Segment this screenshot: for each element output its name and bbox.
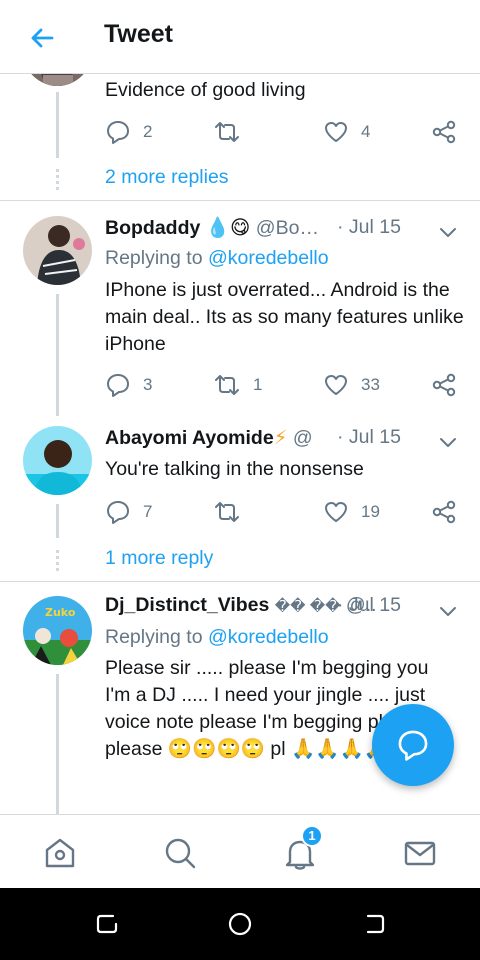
tab-search[interactable] bbox=[162, 835, 198, 871]
share-button[interactable] bbox=[431, 117, 457, 147]
handle: @Bo… bbox=[255, 217, 319, 239]
name-emoji: ⚡ bbox=[273, 427, 288, 449]
name-emoji: 💧😋 bbox=[205, 217, 251, 239]
tweet-header: Abayomi Ayomide⚡ @ · Jul 15 bbox=[105, 426, 450, 454]
display-name[interactable]: Abayomi Ayomide bbox=[105, 427, 274, 449]
share-button[interactable] bbox=[431, 370, 457, 400]
display-name[interactable]: Dj_Distinct_Vibes bbox=[105, 594, 269, 616]
like-button[interactable]: 4 bbox=[323, 117, 370, 147]
retweet-button[interactable] bbox=[213, 497, 253, 527]
retweet-count: 1 bbox=[253, 375, 263, 394]
replying-to-label: Replying to bbox=[105, 626, 203, 648]
like-count: 33 bbox=[361, 375, 380, 394]
retweet-button[interactable]: 1 bbox=[213, 370, 262, 400]
reply-icon bbox=[107, 374, 129, 397]
retweet-icon bbox=[215, 375, 239, 395]
handle: @ bbox=[292, 427, 313, 449]
thread-line bbox=[56, 674, 59, 814]
bottom-tab-bar bbox=[0, 814, 480, 888]
timestamp: · Jul 15 bbox=[337, 216, 401, 238]
share-icon bbox=[432, 500, 456, 524]
timestamp: · Jul 15 bbox=[337, 426, 401, 448]
thread-line bbox=[56, 504, 59, 538]
tweet-actions: 2 4 bbox=[105, 117, 465, 147]
messages-icon bbox=[404, 841, 436, 866]
top-app-bar: Tweet bbox=[0, 0, 480, 74]
divider bbox=[0, 200, 480, 201]
tweet-text: IPhone is just overrated... Android is t… bbox=[105, 279, 464, 355]
home-icon bbox=[45, 838, 75, 868]
back-nav-button[interactable] bbox=[360, 910, 388, 938]
replying-to-handle[interactable]: @koredebello bbox=[208, 247, 329, 269]
avatar[interactable] bbox=[23, 74, 92, 86]
reply-icon bbox=[107, 501, 129, 524]
share-icon bbox=[432, 373, 456, 397]
notification-badge: 1 bbox=[301, 825, 323, 847]
like-count: 4 bbox=[361, 122, 371, 141]
tweet-actions: 7 19 bbox=[105, 497, 465, 527]
more-replies-link[interactable]: 1 more reply bbox=[105, 547, 213, 570]
share-icon bbox=[432, 120, 456, 144]
timestamp: · Jul 15 bbox=[337, 594, 401, 616]
back-nav-icon bbox=[366, 914, 385, 934]
home-nav-button[interactable] bbox=[226, 910, 254, 938]
heart-icon bbox=[325, 502, 347, 522]
back-button[interactable] bbox=[26, 22, 58, 54]
page-title: Tweet bbox=[104, 20, 173, 48]
tweet-text: You're talking in the nonsense bbox=[105, 458, 364, 480]
arrow-left-icon bbox=[31, 28, 54, 48]
retweet-button[interactable] bbox=[213, 117, 253, 147]
recents-button[interactable] bbox=[93, 910, 121, 938]
more-replies-link[interactable]: 2 more replies bbox=[105, 166, 229, 189]
thread-dots bbox=[56, 550, 59, 572]
retweet-icon bbox=[215, 122, 239, 142]
share-button[interactable] bbox=[431, 497, 457, 527]
chevron-down-icon[interactable] bbox=[438, 435, 458, 449]
replying-to: Replying to @koredebello bbox=[105, 247, 329, 270]
avatar[interactable] bbox=[23, 426, 92, 495]
display-name[interactable]: Bopdaddy bbox=[105, 217, 200, 239]
reply-button[interactable]: 2 bbox=[105, 117, 152, 147]
circle-home-icon bbox=[228, 912, 252, 936]
reply-count: 3 bbox=[143, 375, 153, 394]
tweet-thread[interactable]: Evidence of good living 2 4 2 more repli… bbox=[0, 74, 480, 814]
reply-icon bbox=[107, 121, 129, 144]
reply-button[interactable]: 7 bbox=[105, 497, 152, 527]
thread-line bbox=[56, 294, 59, 416]
heart-icon bbox=[325, 122, 347, 142]
tweet-header: Dj_Distinct_Vibes �� �� @.. · Jul 15 bbox=[105, 594, 450, 622]
like-button[interactable]: 33 bbox=[323, 370, 380, 400]
recents-icon bbox=[96, 914, 118, 934]
like-button[interactable]: 19 bbox=[323, 497, 380, 527]
name-emoji: �� �� bbox=[274, 598, 341, 615]
search-icon bbox=[165, 838, 196, 869]
avatar[interactable] bbox=[23, 216, 92, 285]
reply-count: 7 bbox=[143, 502, 153, 521]
divider bbox=[0, 581, 480, 582]
thread-line bbox=[56, 92, 59, 158]
reply-count: 2 bbox=[143, 122, 153, 141]
replying-to-label: Replying to bbox=[105, 247, 203, 269]
tweet-actions: 3 1 33 bbox=[105, 370, 465, 400]
system-nav-bar bbox=[0, 888, 480, 960]
reply-button[interactable]: 3 bbox=[105, 370, 152, 400]
replying-to-handle[interactable]: @koredebello bbox=[208, 626, 329, 648]
chevron-down-icon[interactable] bbox=[438, 225, 458, 239]
compose-reply-button[interactable] bbox=[372, 704, 454, 786]
heart-icon bbox=[325, 375, 347, 395]
replying-to: Replying to @koredebello bbox=[105, 626, 329, 649]
retweet-icon bbox=[215, 502, 239, 522]
like-count: 19 bbox=[361, 502, 380, 521]
tweet-header: Bopdaddy 💧😋 @Bo… · Jul 15 bbox=[105, 216, 450, 244]
thread-dots bbox=[56, 169, 59, 191]
chevron-down-icon[interactable] bbox=[438, 604, 458, 618]
reply-icon bbox=[398, 730, 428, 761]
tab-home[interactable] bbox=[42, 835, 78, 871]
svg-text:Zuko: Zuko bbox=[45, 606, 76, 619]
avatar[interactable]: Zuko bbox=[23, 596, 92, 665]
tweet-text: Evidence of good living bbox=[105, 79, 306, 101]
tab-messages[interactable] bbox=[402, 835, 438, 871]
